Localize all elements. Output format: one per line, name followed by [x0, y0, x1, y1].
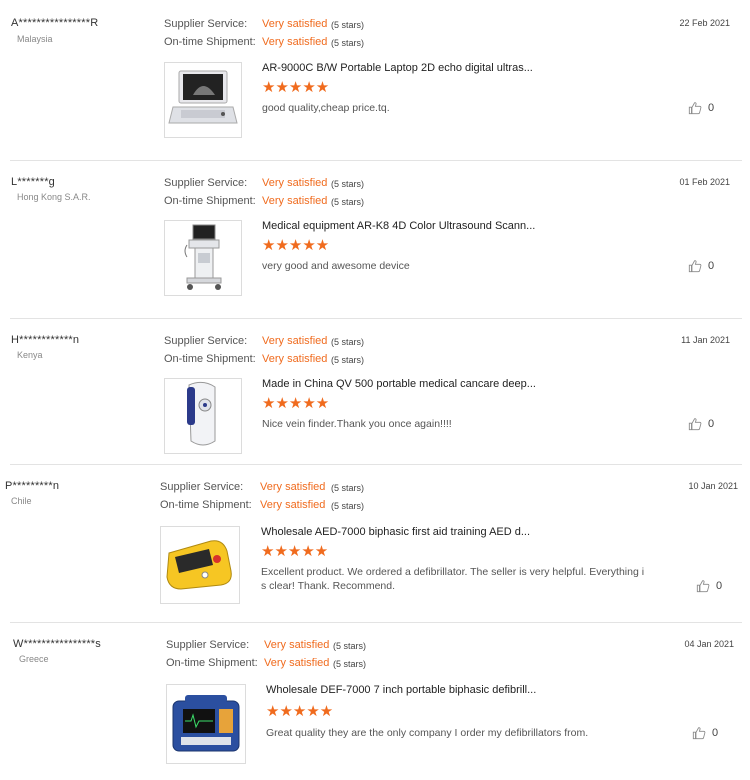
review-item: L*******g Hong Kong S.A.R. Supplier Serv… [0, 160, 750, 318]
review-rating-stars: ★★★★★ [262, 79, 330, 96]
ontime-shipment-stars: (5 stars) [331, 38, 365, 48]
ontime-shipment-label: On-time Shipment: [164, 36, 256, 48]
supplier-service-label: Supplier Service: [166, 639, 250, 651]
like-button[interactable]: 0 [696, 579, 722, 593]
ontime-shipment-rating: Very satisfied [260, 499, 326, 511]
product-thumbnail[interactable] [164, 378, 242, 454]
product-title-link[interactable]: Wholesale DEF-7000 7 inch portable bipha… [266, 684, 536, 696]
thumbs-up-icon [696, 580, 710, 593]
review-item: P*********n Chile Supplier Service: Very… [0, 464, 750, 622]
ultrasound-cart-image [184, 224, 222, 290]
review-comment: very good and awesome device [262, 260, 410, 272]
defibrillator-monitor-image [172, 695, 240, 752]
buyer-country: Chile [11, 496, 32, 506]
buyer-name: W****************s [13, 638, 101, 650]
ontime-shipment-label: On-time Shipment: [166, 657, 258, 669]
review-comment: Great quality they are the only company … [266, 727, 589, 739]
review-date: 04 Jan 2021 [684, 639, 734, 649]
like-button[interactable]: 0 [692, 726, 718, 740]
buyer-country: Kenya [17, 350, 43, 360]
supplier-service-stars: (5 stars) [331, 179, 365, 189]
ontime-shipment-rating: Very satisfied [264, 657, 330, 669]
review-comment-line-2: s clear! Thank. Recommend. [261, 580, 396, 592]
product-title-link[interactable]: Wholesale AED-7000 biphasic first aid tr… [261, 526, 530, 538]
buyer-name: L*******g [11, 176, 56, 188]
buyer-country: Malaysia [17, 34, 53, 44]
review-item: A****************R Malaysia Supplier Ser… [0, 0, 750, 160]
review-comment-line-1: Excellent product. We ordered a defibril… [261, 566, 645, 578]
supplier-service-rating: Very satisfied [262, 177, 328, 189]
ontime-shipment-label: On-time Shipment: [160, 499, 252, 511]
thumbs-up-icon [692, 727, 706, 740]
product-thumbnail[interactable] [160, 526, 240, 604]
like-button[interactable]: 0 [688, 259, 714, 273]
ontime-shipment-rating: Very satisfied [262, 36, 328, 48]
ontime-shipment-stars: (5 stars) [331, 501, 365, 511]
product-thumbnail[interactable] [166, 684, 246, 764]
supplier-service-rating: Very satisfied [264, 639, 330, 651]
ontime-shipment-stars: (5 stars) [333, 659, 367, 669]
product-thumbnail[interactable] [164, 62, 242, 138]
like-count: 0 [708, 102, 715, 114]
like-button[interactable]: 0 [688, 101, 714, 115]
ontime-shipment-rating: Very satisfied [262, 353, 328, 365]
review-comment: good quality,cheap price.tq. [262, 102, 390, 114]
review-item: W****************s Greece Supplier Servi… [0, 622, 750, 780]
review-comment: Nice vein finder.Thank you once again!!!… [262, 418, 452, 430]
supplier-service-label: Supplier Service: [164, 18, 248, 30]
supplier-service-label: Supplier Service: [164, 335, 248, 347]
supplier-service-rating: Very satisfied [262, 335, 328, 347]
product-title-link[interactable]: Made in China QV 500 portable medical ca… [262, 378, 536, 390]
vein-finder-image [187, 381, 216, 446]
buyer-name: P*********n [5, 480, 60, 492]
buyer-name: A****************R [11, 17, 99, 29]
review-date: 22 Feb 2021 [679, 18, 730, 28]
thumbs-up-icon [688, 260, 702, 273]
ontime-shipment-label: On-time Shipment: [164, 353, 256, 365]
buyer-name: H************n [11, 334, 80, 346]
product-title-link[interactable]: Medical equipment AR-K8 4D Color Ultraso… [262, 220, 535, 232]
review-rating-stars: ★★★★★ [266, 703, 334, 720]
buyer-country: Hong Kong S.A.R. [17, 192, 91, 202]
like-count: 0 [708, 260, 715, 272]
like-count: 0 [712, 727, 719, 739]
review-rating-stars: ★★★★★ [262, 237, 330, 254]
like-button[interactable]: 0 [688, 417, 714, 431]
supplier-service-stars: (5 stars) [331, 483, 365, 493]
thumbs-up-icon [688, 418, 702, 431]
aed-trainer-image [166, 540, 232, 590]
ontime-shipment-stars: (5 stars) [331, 197, 365, 207]
review-date: 10 Jan 2021 [688, 481, 738, 491]
review-rating-stars: ★★★★★ [262, 395, 330, 412]
laptop-ultrasound-image [168, 70, 238, 124]
supplier-service-stars: (5 stars) [331, 337, 365, 347]
supplier-service-rating: Very satisfied [262, 18, 328, 30]
supplier-service-label: Supplier Service: [160, 481, 244, 493]
ontime-shipment-stars: (5 stars) [331, 355, 365, 365]
like-count: 0 [716, 580, 723, 592]
like-count: 0 [708, 418, 715, 430]
ontime-shipment-label: On-time Shipment: [164, 195, 256, 207]
supplier-service-label: Supplier Service: [164, 177, 248, 189]
review-date: 11 Jan 2021 [681, 335, 730, 345]
buyer-country: Greece [19, 654, 49, 664]
supplier-service-stars: (5 stars) [333, 641, 367, 651]
supplier-service-stars: (5 stars) [331, 20, 365, 30]
review-date: 01 Feb 2021 [679, 177, 730, 187]
review-item: H************n Kenya Supplier Service: V… [0, 318, 750, 464]
ontime-shipment-rating: Very satisfied [262, 195, 328, 207]
supplier-service-rating: Very satisfied [260, 481, 326, 493]
product-thumbnail[interactable] [164, 220, 242, 296]
thumbs-up-icon [688, 102, 702, 115]
review-rating-stars: ★★★★★ [261, 543, 329, 560]
product-title-link[interactable]: AR-9000C B/W Portable Laptop 2D echo dig… [262, 62, 533, 74]
